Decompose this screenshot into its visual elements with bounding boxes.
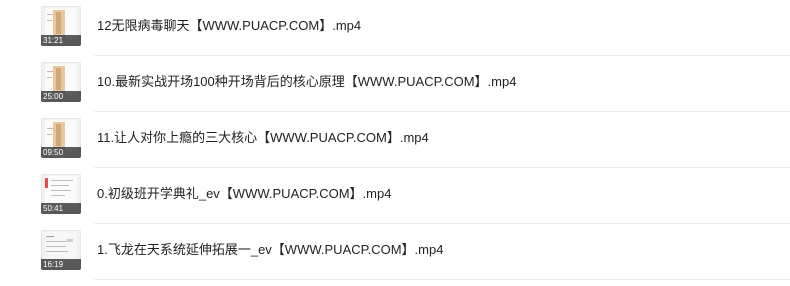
- video-duration: 50:41: [43, 204, 64, 213]
- file-list: 31:21 12无限病毒聊天【WWW.PUACP.COM】.mp4 25:00 …: [0, 0, 790, 286]
- file-row[interactable]: 16:19 1.飞龙在天系统延伸拓展一_ev【WWW.PUACP.COM】.mp…: [0, 224, 790, 280]
- file-row[interactable]: 31:21 12无限病毒聊天【WWW.PUACP.COM】.mp4: [0, 0, 790, 56]
- file-row[interactable]: 50:41 0.初级班开学典礼_ev【WWW.PUACP.COM】.mp4: [0, 168, 790, 224]
- video-thumbnail-icon: 16:19: [41, 230, 81, 270]
- file-name[interactable]: 1.飞龙在天系统延伸拓展一_ev【WWW.PUACP.COM】.mp4: [97, 240, 443, 260]
- file-name[interactable]: 0.初级班开学典礼_ev【WWW.PUACP.COM】.mp4: [97, 184, 391, 204]
- video-duration: 16:19: [43, 260, 64, 269]
- video-duration: 09:50: [43, 148, 64, 157]
- video-thumbnail-icon: 31:21: [41, 6, 81, 46]
- video-duration: 25:00: [43, 92, 64, 101]
- video-duration: 31:21: [43, 36, 64, 45]
- video-thumbnail-icon: 50:41: [41, 174, 81, 214]
- video-thumbnail-icon: 25:00: [41, 62, 81, 102]
- row-divider: [94, 279, 790, 280]
- video-thumbnail-icon: 09:50: [41, 118, 81, 158]
- file-name[interactable]: 12无限病毒聊天【WWW.PUACP.COM】.mp4: [97, 16, 361, 36]
- file-row[interactable]: 25:00 10.最新实战开场100种开场背后的核心原理【WWW.PUACP.C…: [0, 56, 790, 112]
- file-name[interactable]: 11.让人对你上瘾的三大核心【WWW.PUACP.COM】.mp4: [97, 128, 429, 148]
- file-row[interactable]: 09:50 11.让人对你上瘾的三大核心【WWW.PUACP.COM】.mp4: [0, 112, 790, 168]
- file-name[interactable]: 10.最新实战开场100种开场背后的核心原理【WWW.PUACP.COM】.mp…: [97, 72, 516, 92]
